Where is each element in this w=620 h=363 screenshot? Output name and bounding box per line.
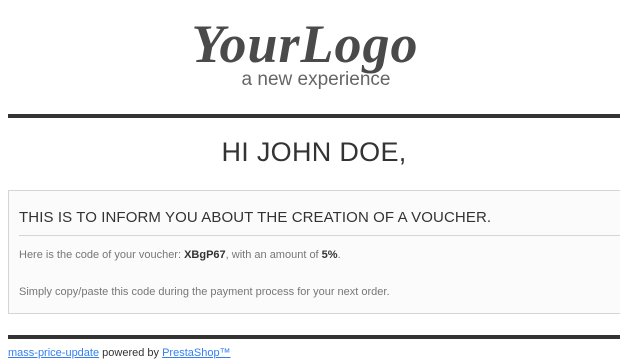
- voucher-code: XBgP67: [184, 249, 226, 261]
- logo: YourLogo a new experience: [0, 0, 620, 100]
- greeting-heading: HI JOHN DOE,: [221, 137, 407, 167]
- voucher-box-divider: [19, 235, 620, 236]
- voucher-amount-suffix: .: [337, 249, 341, 261]
- voucher-box-title: THIS IS TO INFORM YOU ABOUT THE CREATION…: [19, 209, 492, 226]
- voucher-code-line: Here is the code of your voucher: XBgP67…: [19, 249, 341, 261]
- voucher-amount-prefix: , with an amount of: [225, 249, 322, 261]
- logo-tagline: a new experience: [242, 69, 391, 90]
- shop-link[interactable]: mass-price-update: [8, 347, 99, 359]
- voucher-info-box: THIS IS TO INFORM YOU ABOUT THE CREATION…: [8, 190, 620, 314]
- prestashop-link[interactable]: PrestaShop™: [162, 347, 230, 359]
- powered-by-text: powered by: [99, 347, 163, 359]
- voucher-amount: 5%: [321, 249, 338, 261]
- footer-divider: [8, 335, 620, 339]
- your-logo-image: YourLogo a new experience: [191, 14, 418, 90]
- footer: mass-price-update powered by PrestaShop™: [8, 347, 231, 359]
- header-divider: [8, 114, 620, 118]
- logo-brand-text: YourLogo: [191, 14, 418, 74]
- voucher-code-prefix: Here is the code of your voucher:: [19, 249, 185, 261]
- voucher-instructions: Simply copy/paste this code during the p…: [19, 286, 390, 298]
